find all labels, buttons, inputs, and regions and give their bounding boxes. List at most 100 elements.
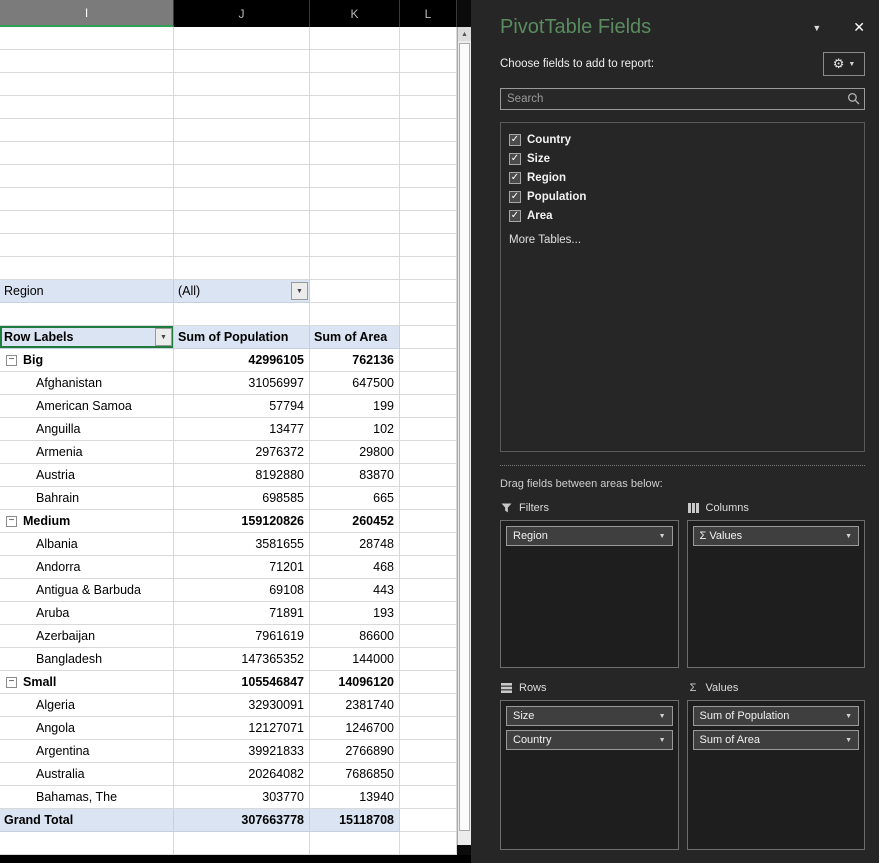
area-box-values[interactable]: Sum of Population▼Sum of Area▼ (687, 700, 866, 850)
chevron-down-icon[interactable]: ▼ (845, 713, 852, 720)
empty-cell[interactable] (400, 740, 457, 763)
pivot-item-label-cell[interactable]: Bahrain (0, 487, 174, 510)
area-item[interactable]: Sum of Population▼ (693, 706, 860, 726)
pivot-population-cell[interactable]: 42996105 (174, 349, 310, 372)
pivot-area-cell[interactable]: 144000 (310, 648, 400, 671)
pivot-population-cell[interactable]: 69108 (174, 579, 310, 602)
pivot-population-cell[interactable]: 147365352 (174, 648, 310, 671)
search-input[interactable] (500, 88, 865, 110)
pivot-area-cell[interactable]: 647500 (310, 372, 400, 395)
empty-cell[interactable] (400, 809, 457, 832)
pivot-item-label-cell[interactable]: Armenia (0, 441, 174, 464)
pivot-area-cell[interactable]: 260452 (310, 510, 400, 533)
column-header-J[interactable]: J (174, 0, 310, 27)
pivot-area-cell[interactable]: 83870 (310, 464, 400, 487)
field-row-size[interactable]: ✓Size (509, 149, 856, 168)
area-item[interactable]: Σ Values▼ (693, 526, 860, 546)
empty-cell[interactable] (400, 349, 457, 372)
pivot-filter-field-cell[interactable]: Region (0, 280, 174, 303)
scroll-up-arrow-icon[interactable]: ▲ (458, 27, 471, 41)
pivot-population-cell[interactable]: 12127071 (174, 717, 310, 740)
pivot-population-cell[interactable]: 20264082 (174, 763, 310, 786)
empty-cell[interactable] (310, 142, 400, 165)
pivot-area-cell[interactable]: 86600 (310, 625, 400, 648)
empty-cell[interactable] (0, 165, 174, 188)
empty-cell[interactable] (174, 73, 310, 96)
pivot-item-label-cell[interactable]: Anguilla (0, 418, 174, 441)
chevron-down-icon[interactable]: ▼ (845, 737, 852, 744)
pivot-group-label-cell[interactable]: −Medium (0, 510, 174, 533)
chevron-down-icon[interactable]: ▼ (845, 533, 852, 540)
empty-cell[interactable] (400, 326, 457, 349)
pivot-population-cell[interactable]: 2976372 (174, 441, 310, 464)
checkbox-icon[interactable]: ✓ (509, 210, 521, 222)
column-header-L[interactable]: L (400, 0, 457, 27)
pivot-area-cell[interactable]: 2766890 (310, 740, 400, 763)
scrollbar-thumb[interactable] (459, 43, 470, 831)
empty-cell[interactable] (0, 832, 174, 855)
pivot-population-cell[interactable]: 3581655 (174, 533, 310, 556)
pivot-population-cell[interactable]: 8192880 (174, 464, 310, 487)
empty-cell[interactable] (310, 211, 400, 234)
pivot-population-cell[interactable]: 698585 (174, 487, 310, 510)
pivot-item-label-cell[interactable]: American Samoa (0, 395, 174, 418)
empty-cell[interactable] (174, 188, 310, 211)
close-icon[interactable]: ✕ (853, 19, 865, 36)
checkbox-icon[interactable]: ✓ (509, 191, 521, 203)
empty-cell[interactable] (400, 211, 457, 234)
empty-cell[interactable] (400, 694, 457, 717)
empty-cell[interactable] (400, 165, 457, 188)
field-row-country[interactable]: ✓Country (509, 130, 856, 149)
empty-cell[interactable] (0, 96, 174, 119)
empty-cell[interactable] (400, 441, 457, 464)
pivot-item-label-cell[interactable]: Azerbaijan (0, 625, 174, 648)
pivot-area-cell[interactable]: 2381740 (310, 694, 400, 717)
chevron-down-icon[interactable]: ▼ (659, 737, 666, 744)
pivot-group-label-cell[interactable]: −Small (0, 671, 174, 694)
pivot-filter-value-cell[interactable]: (All)▼ (174, 280, 310, 303)
pivot-population-cell[interactable]: 7961619 (174, 625, 310, 648)
empty-cell[interactable] (310, 234, 400, 257)
pivot-population-cell[interactable]: 159120826 (174, 510, 310, 533)
empty-cell[interactable] (0, 188, 174, 211)
empty-cell[interactable] (310, 73, 400, 96)
pivot-population-cell[interactable]: 39921833 (174, 740, 310, 763)
empty-cell[interactable] (400, 73, 457, 96)
empty-cell[interactable] (174, 96, 310, 119)
pivot-area-cell[interactable]: 193 (310, 602, 400, 625)
empty-cell[interactable] (400, 257, 457, 280)
empty-cell[interactable] (0, 27, 174, 50)
empty-cell[interactable] (310, 280, 400, 303)
area-item[interactable]: Country▼ (506, 730, 673, 750)
empty-cell[interactable] (0, 303, 174, 326)
checkbox-icon[interactable]: ✓ (509, 153, 521, 165)
empty-cell[interactable] (400, 418, 457, 441)
pivot-population-cell[interactable]: 31056997 (174, 372, 310, 395)
pivot-area-cell[interactable]: 15118708 (310, 809, 400, 832)
pivot-item-label-cell[interactable]: Andorra (0, 556, 174, 579)
empty-cell[interactable] (174, 27, 310, 50)
collapse-icon[interactable]: − (6, 355, 17, 366)
pivot-population-cell[interactable]: 71201 (174, 556, 310, 579)
empty-cell[interactable] (400, 303, 457, 326)
checkbox-icon[interactable]: ✓ (509, 134, 521, 146)
panel-options-chevron-icon[interactable]: ▼ (812, 23, 821, 33)
area-item[interactable]: Size▼ (506, 706, 673, 726)
field-row-area[interactable]: ✓Area (509, 206, 856, 225)
empty-cell[interactable] (174, 50, 310, 73)
pivot-area-cell[interactable]: 762136 (310, 349, 400, 372)
empty-cell[interactable] (0, 73, 174, 96)
empty-cell[interactable] (400, 188, 457, 211)
tools-gear-button[interactable]: ⚙ ▼ (823, 52, 865, 76)
empty-cell[interactable] (400, 280, 457, 303)
pivot-population-cell[interactable]: 71891 (174, 602, 310, 625)
empty-cell[interactable] (0, 142, 174, 165)
empty-cell[interactable] (0, 211, 174, 234)
empty-cell[interactable] (400, 464, 457, 487)
area-box-columns[interactable]: Σ Values▼ (687, 520, 866, 668)
pivot-population-cell[interactable]: 307663778 (174, 809, 310, 832)
empty-cell[interactable] (310, 165, 400, 188)
empty-cell[interactable] (400, 119, 457, 142)
empty-cell[interactable] (400, 671, 457, 694)
empty-cell[interactable] (310, 188, 400, 211)
